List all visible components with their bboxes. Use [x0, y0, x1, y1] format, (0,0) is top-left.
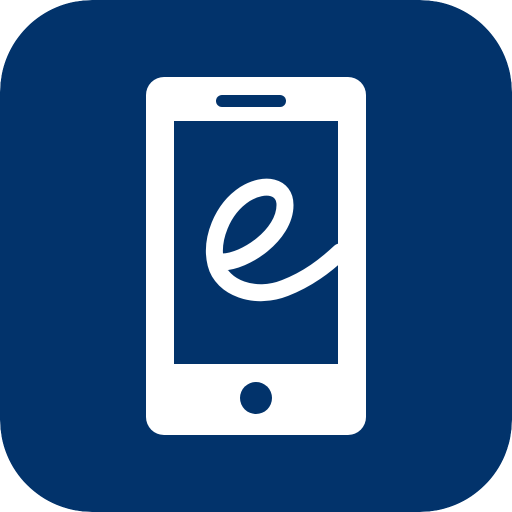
earpiece-icon: [216, 95, 286, 107]
app-icon[interactable]: [0, 0, 512, 512]
home-button-icon: [240, 382, 272, 414]
app-icon-graphic: [0, 0, 512, 512]
